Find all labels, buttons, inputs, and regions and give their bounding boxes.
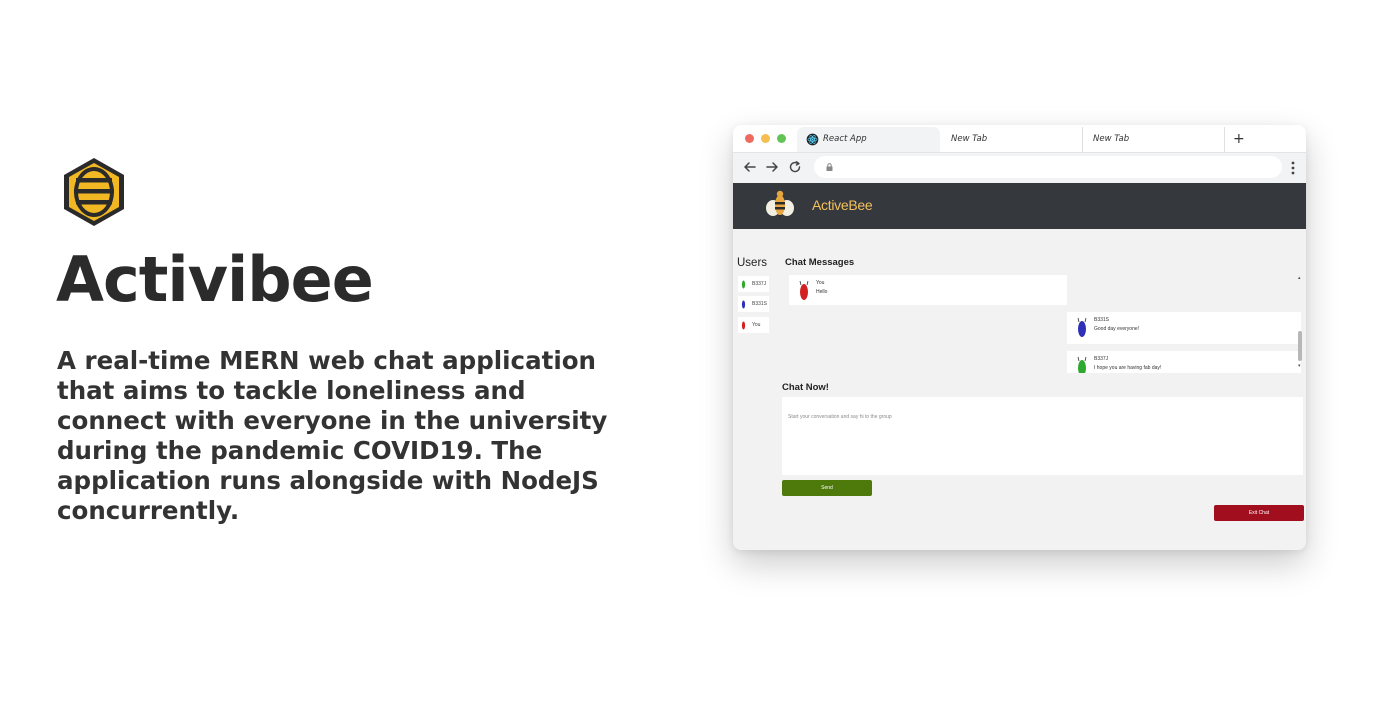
bee-hexagon-logo-icon <box>64 158 124 226</box>
browser-tabbar: React App New Tab New Tab + <box>733 125 1306 153</box>
window-close-icon[interactable] <box>745 134 754 143</box>
user-list-item[interactable]: B331S <box>738 296 769 312</box>
user-name: You <box>752 322 761 328</box>
chat-message: You Hello <box>789 275 1067 305</box>
app-header: ActiveBee <box>733 183 1306 229</box>
messages-scrollbar[interactable]: ▴ ▾ <box>1297 273 1303 373</box>
scrollbar-thumb[interactable] <box>1298 331 1302 361</box>
app-description: A real-time MERN web chat application th… <box>57 346 608 525</box>
chat-messages-title: Chat Messages <box>785 257 855 268</box>
user-name: B337J <box>752 281 767 287</box>
message-sender: You <box>816 280 825 286</box>
user-bug-icon <box>741 321 746 330</box>
user-bug-icon <box>741 280 746 289</box>
send-button[interactable]: Send <box>782 480 872 496</box>
lock-icon <box>826 163 833 171</box>
exit-chat-button[interactable]: Exit Chat <box>1214 505 1304 521</box>
chat-message: B337J I hope you are having fab day! <box>1067 351 1301 373</box>
user-list-item[interactable]: B337J <box>738 276 769 292</box>
tab-new-tab[interactable]: New Tab <box>1083 127 1225 152</box>
react-icon <box>806 133 819 146</box>
tab-label: React App <box>823 134 867 144</box>
tab-new-tab[interactable]: New Tab <box>941 127 1083 152</box>
back-arrow-icon[interactable] <box>743 160 757 174</box>
app-brand: ActiveBee <box>812 197 873 213</box>
message-text: Hello <box>816 289 828 295</box>
address-bar[interactable] <box>814 156 1282 178</box>
message-sender: B331S <box>1094 317 1110 323</box>
browser-window: React App New Tab New Tab + ActiveBee Us… <box>733 125 1306 550</box>
user-list-item[interactable]: You <box>738 317 769 333</box>
tab-react-app[interactable]: React App <box>797 127 940 152</box>
users-title: Users <box>737 257 768 269</box>
message-text: I hope you are having fab day! <box>1094 365 1162 371</box>
input-placeholder: Start your conversation and say hi to th… <box>788 414 892 420</box>
user-name: B331S <box>752 301 768 307</box>
avatar-bug-icon <box>1077 317 1087 337</box>
window-minimize-icon[interactable] <box>761 134 770 143</box>
browser-toolbar <box>733 153 1306 183</box>
tab-label: New Tab <box>951 134 988 144</box>
reload-icon[interactable] <box>788 160 802 174</box>
chat-message-input[interactable]: Start your conversation and say hi to th… <box>782 397 1303 475</box>
kebab-menu-icon[interactable] <box>1289 160 1297 176</box>
avatar-bug-icon <box>1077 356 1087 373</box>
message-text: Good day everyone! <box>1094 326 1140 332</box>
page-title: Activibee <box>56 243 374 316</box>
chat-messages-pane[interactable]: You Hello B331S Good day everyone! B337J… <box>785 273 1304 373</box>
tab-label: New Tab <box>1093 134 1130 144</box>
user-bug-icon <box>741 300 746 309</box>
new-tab-button[interactable]: + <box>1233 129 1245 149</box>
chat-message: B331S Good day everyone! <box>1067 312 1301 344</box>
message-sender: B337J <box>1094 356 1109 362</box>
bee-logo-icon <box>766 190 794 220</box>
avatar-bug-icon <box>799 280 809 300</box>
chat-now-title: Chat Now! <box>782 382 829 393</box>
forward-arrow-icon[interactable] <box>765 160 779 174</box>
scroll-down-arrow-icon[interactable]: ▾ <box>1298 363 1301 369</box>
scroll-up-arrow-icon[interactable]: ▴ <box>1298 275 1301 281</box>
window-maximize-icon[interactable] <box>777 134 786 143</box>
